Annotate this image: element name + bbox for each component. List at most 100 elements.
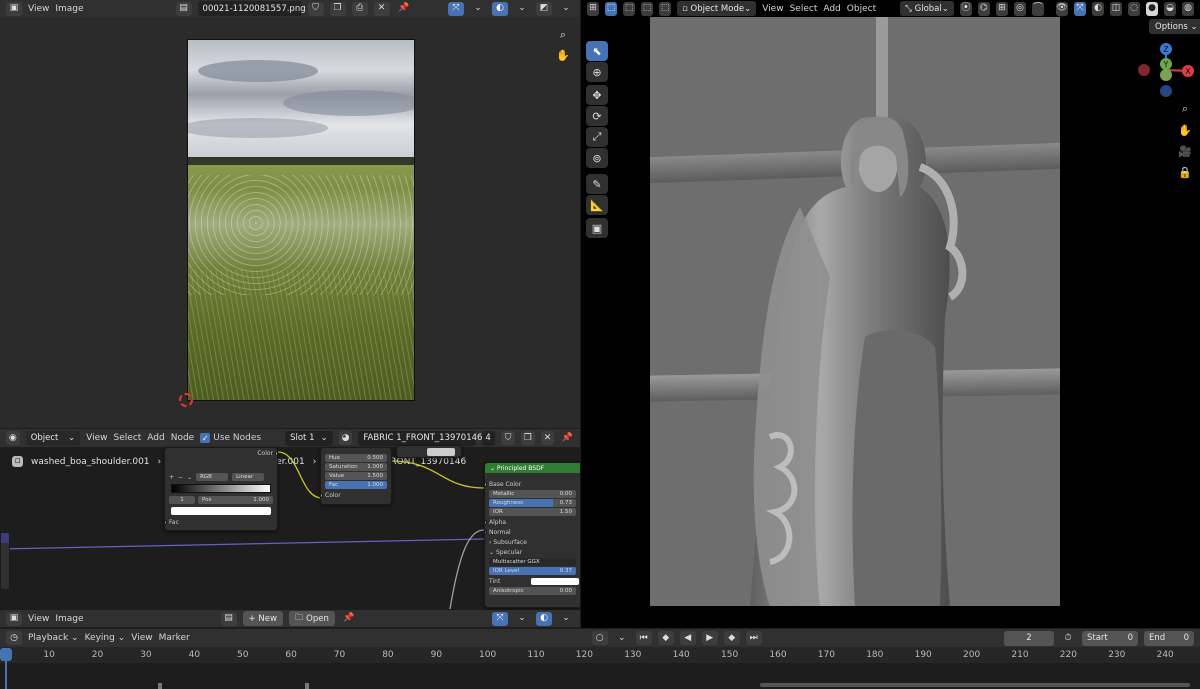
pan-hand-icon[interactable]: ✋ bbox=[1176, 121, 1194, 139]
tool-annotate[interactable]: ✎ bbox=[586, 174, 608, 194]
menu-object[interactable]: Object bbox=[847, 4, 876, 14]
snap-target-icon[interactable]: ⊞ bbox=[995, 1, 1008, 16]
editor-type-icon[interactable]: ⊞ bbox=[587, 1, 600, 16]
tool-cursor[interactable]: ⊕ bbox=[586, 62, 608, 82]
gizmo-dropdown-icon[interactable]: ⌄ bbox=[470, 2, 486, 16]
shading-solid-icon[interactable]: ● bbox=[1146, 1, 1159, 16]
xray-icon[interactable]: ◫ bbox=[1110, 1, 1123, 16]
menu-marker[interactable]: Marker bbox=[159, 633, 190, 643]
saturation-field[interactable]: Saturation 1.000 bbox=[325, 463, 387, 471]
input-socket[interactable] bbox=[165, 519, 167, 525]
menu-view[interactable]: View bbox=[131, 633, 152, 643]
2d-cursor-icon[interactable] bbox=[179, 393, 193, 407]
tool-rotate[interactable]: ⟳ bbox=[586, 106, 608, 126]
playback-menu[interactable]: Playback ⌄ bbox=[28, 633, 79, 643]
value-field[interactable]: Value 1.500 bbox=[325, 472, 387, 480]
shading-wireframe-icon[interactable]: ◌ bbox=[1128, 1, 1141, 16]
collapse-icon[interactable]: ⌄ bbox=[490, 465, 495, 472]
current-frame-field[interactable]: 2 bbox=[1004, 630, 1054, 646]
falloff-icon[interactable]: ⌒ bbox=[1031, 1, 1044, 16]
tool-add-cube[interactable]: ▣ bbox=[586, 218, 608, 238]
menu-image[interactable]: Image bbox=[55, 614, 83, 624]
specular-panel[interactable]: ⌄ Specular bbox=[485, 547, 580, 557]
open-image-button[interactable]: 🗀 Open bbox=[288, 611, 335, 626]
keyframe-marker[interactable] bbox=[305, 683, 309, 689]
anisotropic-field[interactable]: Anisotropic 0.00 bbox=[489, 587, 576, 595]
navigation-gizmo[interactable]: Z Y X bbox=[1135, 40, 1197, 100]
timeline-scrollbar[interactable] bbox=[760, 683, 1190, 687]
image-browse-icon[interactable]: ▤ bbox=[175, 1, 192, 16]
image-texture-node-stub[interactable] bbox=[396, 445, 462, 458]
keyframe-marker[interactable] bbox=[158, 683, 162, 689]
fake-user-icon[interactable]: ⛉ bbox=[307, 1, 324, 16]
visibility-icon[interactable]: 👁 bbox=[1055, 1, 1068, 16]
gizmo-dropdown-icon[interactable]: ⌄ bbox=[514, 612, 530, 626]
stop-pos-field[interactable]: Pos 1.000 bbox=[198, 496, 273, 504]
chevron-down-icon[interactable]: ⌄ bbox=[187, 474, 192, 481]
channels-dropdown-icon[interactable]: ⌄ bbox=[558, 2, 574, 16]
playhead-frame-indicator[interactable] bbox=[0, 648, 12, 661]
menu-view[interactable]: View bbox=[28, 4, 49, 14]
editor-type-icon[interactable]: ▣ bbox=[6, 1, 22, 16]
input-socket[interactable] bbox=[485, 519, 487, 525]
stop-index-field[interactable]: 1 bbox=[169, 496, 195, 504]
input-socket[interactable] bbox=[485, 529, 487, 535]
options-button[interactable]: Options ⌄ bbox=[1149, 19, 1200, 34]
keying-menu[interactable]: Keying ⌄ bbox=[85, 633, 126, 643]
distribution-select[interactable]: Multiscatter GGX bbox=[489, 558, 576, 566]
menu-select[interactable]: Select bbox=[790, 4, 818, 14]
gizmo-toggle-icon[interactable]: ⤧ bbox=[492, 611, 508, 626]
menu-view[interactable]: View bbox=[28, 614, 49, 624]
editor-type-icon[interactable]: ▣ bbox=[6, 611, 22, 626]
jump-start-icon[interactable]: ⏮ bbox=[635, 631, 652, 645]
pin-icon[interactable]: 📌 bbox=[396, 2, 412, 16]
shading-rendered-icon[interactable]: ◍ bbox=[1182, 1, 1195, 16]
prev-keyframe-icon[interactable]: ◆ bbox=[657, 631, 674, 645]
camera-icon[interactable]: 🎥 bbox=[1176, 142, 1194, 160]
pivot-icon[interactable]: ⦿ bbox=[959, 1, 972, 16]
offscreen-node-stub[interactable] bbox=[0, 532, 10, 590]
next-keyframe-icon[interactable]: ◆ bbox=[723, 631, 740, 645]
output-socket[interactable] bbox=[275, 450, 277, 456]
pin-icon[interactable]: 📌 bbox=[341, 612, 357, 626]
zoom-icon[interactable]: ⌕ bbox=[554, 26, 572, 44]
overlay-toggle-icon[interactable]: ◐ bbox=[1091, 1, 1104, 16]
overlay-dropdown-icon[interactable]: ⌄ bbox=[514, 2, 530, 16]
stopwatch-icon[interactable]: ⏱ bbox=[1060, 631, 1076, 645]
menu-image[interactable]: Image bbox=[55, 4, 83, 14]
shading-material-icon[interactable]: ◒ bbox=[1164, 1, 1177, 16]
select-mode-icon[interactable]: ⬚ bbox=[659, 1, 672, 16]
remove-stop-icon[interactable]: − bbox=[178, 474, 183, 481]
color-mode-select[interactable]: RGB bbox=[196, 473, 229, 481]
tint-swatch[interactable] bbox=[531, 577, 579, 585]
zoom-icon[interactable]: ⌕ bbox=[1176, 100, 1194, 118]
overlay-dropdown-icon[interactable]: ⌄ bbox=[558, 612, 574, 626]
save-image-icon[interactable]: ⎙ bbox=[351, 1, 368, 16]
orientation-select[interactable]: ⤡ Global ⌄ bbox=[900, 1, 954, 16]
color-ramp-gradient[interactable] bbox=[171, 484, 271, 493]
gizmo-toggle-icon[interactable]: ⤧ bbox=[448, 1, 464, 16]
overlay-toggle-icon[interactable]: ◐ bbox=[492, 1, 508, 16]
lock-icon[interactable]: 🔒 bbox=[1176, 163, 1194, 181]
roughness-field[interactable]: Roughness 0.73 bbox=[489, 499, 576, 507]
keyframe-dropdown-icon[interactable]: ⌄ bbox=[614, 631, 630, 645]
record-icon[interactable]: ○ bbox=[591, 631, 608, 645]
interpolation-select[interactable]: Linear bbox=[232, 473, 265, 481]
image-name-field[interactable]: 00021-1120081557.png bbox=[197, 1, 306, 16]
menu-add[interactable]: Add bbox=[823, 4, 840, 14]
gizmo-toggle-icon[interactable]: ⤧ bbox=[1073, 1, 1086, 16]
tool-select-box[interactable]: ⬉ bbox=[586, 41, 608, 61]
display-channels-icon[interactable]: ◩ bbox=[536, 1, 552, 16]
input-socket[interactable] bbox=[321, 492, 323, 498]
proportional-edit-icon[interactable]: ◎ bbox=[1013, 1, 1026, 16]
start-frame-field[interactable]: Start 0 bbox=[1082, 630, 1138, 646]
hue-saturation-node[interactable]: Hue 0.500 Saturation 1.000 Value 1.500 Fac 1… bbox=[320, 447, 392, 505]
select-box-icon[interactable]: ⬚ bbox=[605, 1, 618, 16]
pan-hand-icon[interactable]: ✋ bbox=[554, 46, 572, 64]
mode-select[interactable]: ▫ Object Mode ⌄ bbox=[677, 1, 757, 16]
input-socket[interactable] bbox=[485, 481, 487, 487]
new-image-button[interactable]: + New bbox=[242, 611, 283, 626]
duplicate-image-icon[interactable]: ❐ bbox=[329, 1, 346, 16]
play-reverse-icon[interactable]: ◀ bbox=[679, 631, 696, 645]
ior-level-field[interactable]: IOR Level 0.37 bbox=[489, 567, 576, 575]
